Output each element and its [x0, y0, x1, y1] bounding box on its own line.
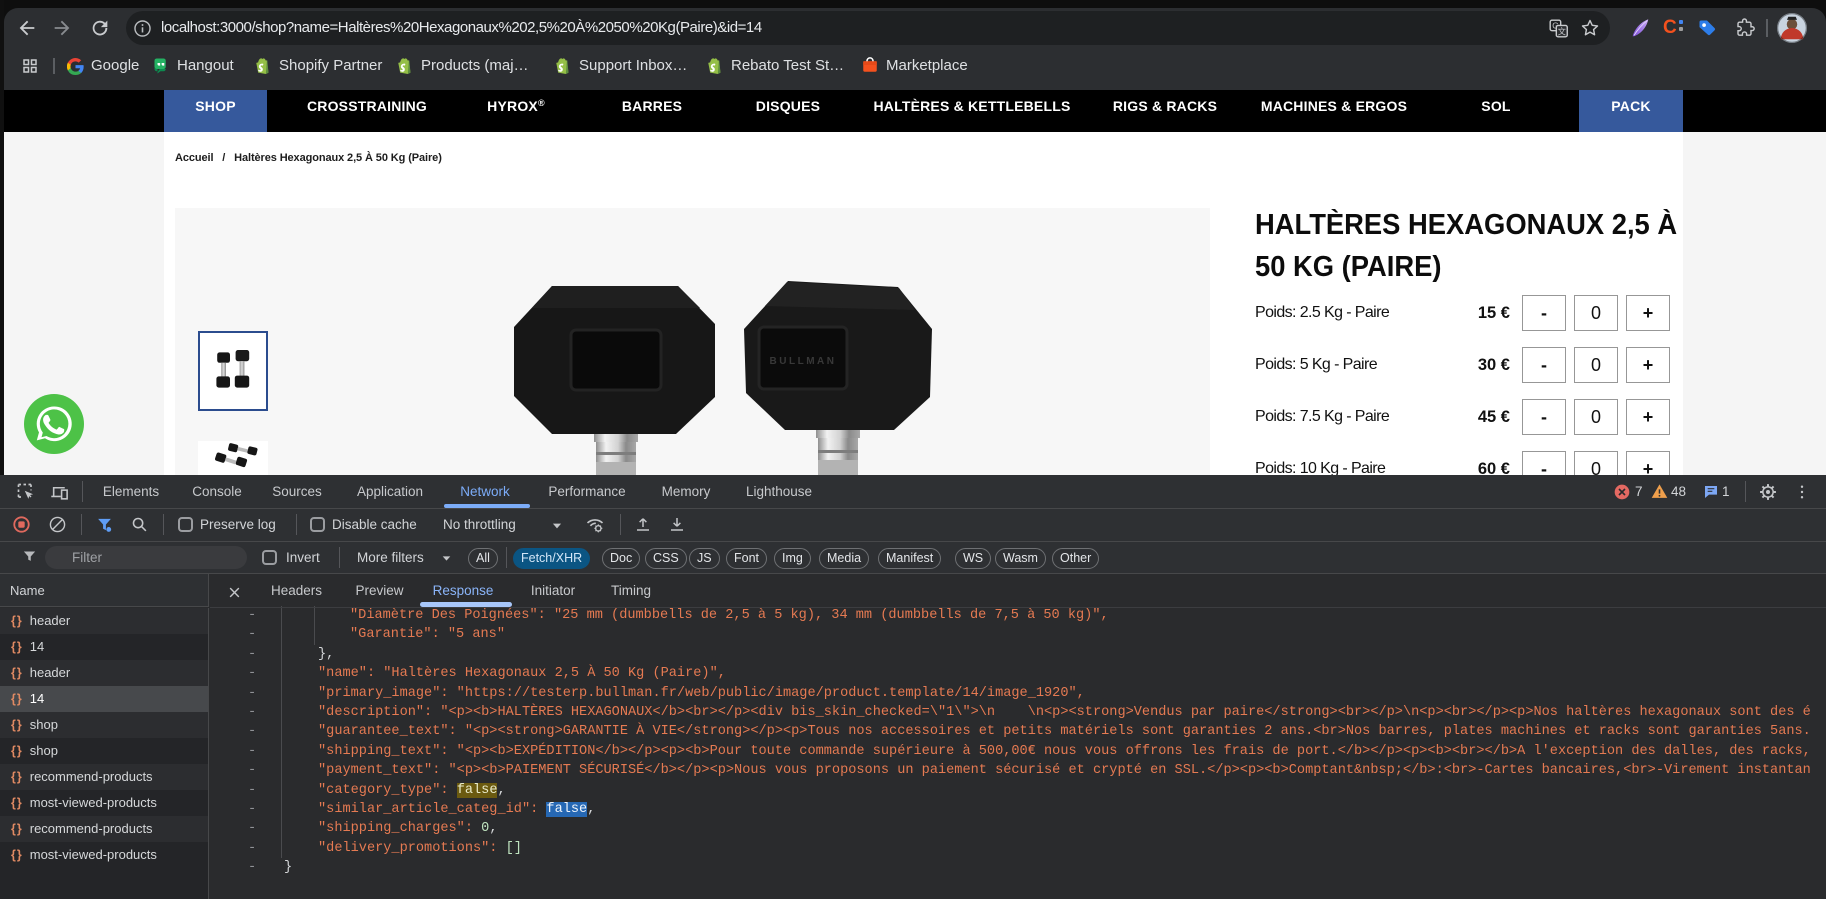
svg-text:文: 文: [1558, 26, 1567, 36]
svg-text:BULLMAN: BULLMAN: [770, 356, 837, 367]
